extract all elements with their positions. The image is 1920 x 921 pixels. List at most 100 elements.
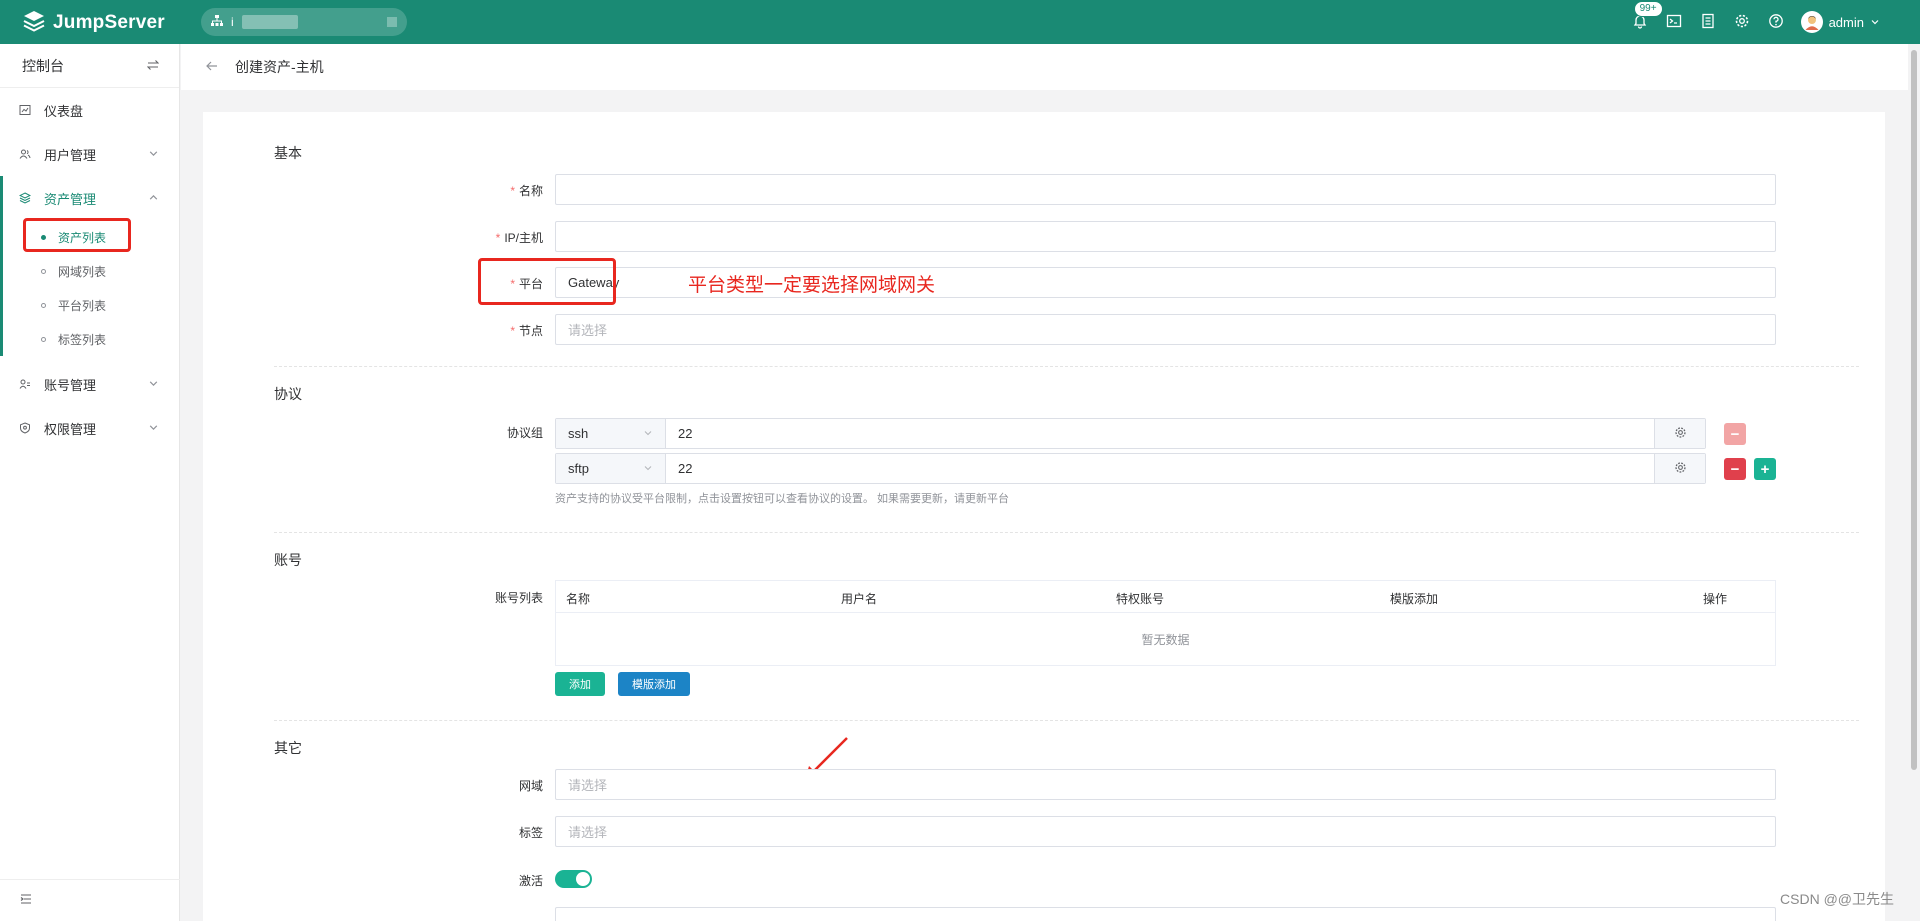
sidebar-subitem-domain-list[interactable]: 网域列表 — [3, 254, 179, 288]
watermark: CSDN @@卫先生 — [1780, 891, 1894, 907]
section-other-title: 其它 — [274, 740, 302, 756]
logo[interactable]: JumpServer — [22, 9, 165, 36]
scrollbar-thumb[interactable] — [1911, 50, 1917, 770]
top-bar: JumpServer i 99+ admin — [0, 0, 1920, 44]
sidebar-item-assets[interactable]: 资产管理 — [3, 176, 179, 220]
sidebar-header: 控制台 — [0, 44, 179, 88]
bullet-icon — [41, 302, 46, 308]
protocol-settings-button[interactable] — [1654, 419, 1705, 448]
node-label-text: 节点 — [518, 324, 543, 338]
sidebar-title: 控制台 — [22, 57, 64, 74]
protocol-name: sftp — [568, 461, 589, 476]
protocol-settings-button[interactable] — [1654, 454, 1705, 483]
column-header: 模版添加 — [1390, 592, 1439, 606]
chevron-down-icon — [148, 421, 159, 436]
node-label: * 节点 — [510, 324, 543, 338]
domain-placeholder: 请选择 — [568, 778, 608, 793]
ip-input[interactable] — [555, 221, 1776, 252]
protocol-port-input[interactable]: 22 — [666, 419, 1654, 448]
help-icon — [1768, 13, 1784, 32]
domain-select[interactable]: 请选择 — [555, 769, 1776, 800]
table-empty: 暂无数据 — [1141, 633, 1190, 647]
chevron-up-icon — [148, 191, 159, 206]
ip-label: * IP/主机 — [495, 231, 543, 245]
minus-icon: − — [1730, 425, 1740, 443]
template-add-button[interactable]: 模版添加 — [618, 672, 690, 696]
document-icon — [1700, 13, 1716, 32]
plus-icon: + — [1760, 460, 1770, 478]
minus-icon: − — [1730, 460, 1740, 478]
user-menu[interactable]: admin — [1800, 11, 1880, 33]
add-account-button[interactable]: 添加 — [555, 672, 605, 696]
sidebar-subitem-label: 标签列表 — [58, 332, 107, 347]
sidebar-subitem-label-list[interactable]: 标签列表 — [3, 322, 179, 356]
divider — [274, 720, 1859, 721]
notifications-button[interactable]: 99+ — [1623, 0, 1663, 44]
labels-select[interactable]: 请选择 — [555, 816, 1776, 847]
divider — [274, 366, 1859, 367]
page-header: 创建资产-主机 — [181, 44, 1908, 90]
protocol-port-input[interactable]: 22 — [666, 454, 1654, 483]
sidebar-item-label: 资产管理 — [44, 191, 97, 207]
node-select[interactable]: 请选择 — [555, 314, 1776, 345]
sidebar-subitem-platform-list[interactable]: 平台列表 — [3, 288, 179, 322]
bullet-icon — [41, 336, 46, 342]
node-placeholder: 请选择 — [568, 323, 608, 338]
chevron-down-icon — [148, 377, 159, 392]
back-arrow-icon[interactable] — [205, 59, 219, 76]
page-scrollbar[interactable] — [1908, 44, 1920, 921]
chevron-down-icon — [643, 426, 653, 441]
asset-form-card: 基本 * 名称 * IP/主机 * 平台 Gateway * 节点 请选择 协议 协议组… — [203, 112, 1885, 921]
gear-icon — [1734, 13, 1750, 32]
labels-placeholder: 请选择 — [568, 825, 608, 840]
org-select[interactable]: i — [201, 8, 407, 36]
add-protocol-button[interactable]: + — [1754, 458, 1776, 480]
protocol-select[interactable]: ssh — [556, 419, 666, 448]
protocol-port: 22 — [678, 461, 693, 476]
table-header: 名称 用户名 特权账号 模版添加 操作 — [556, 581, 1775, 613]
sidebar-subitem-label: 网域列表 — [58, 264, 107, 279]
sidebar-item-users[interactable]: 用户管理 — [0, 132, 179, 176]
account-list-label: 账号列表 — [494, 591, 543, 605]
docs-button[interactable] — [1691, 0, 1725, 44]
name-label: * 名称 — [510, 184, 543, 198]
column-header: 用户名 — [841, 592, 878, 606]
divider — [274, 532, 1859, 533]
active-switch[interactable] — [555, 870, 592, 888]
sidebar-item-accounts[interactable]: 账号管理 — [0, 362, 179, 406]
protocol-select[interactable]: sftp — [556, 454, 666, 483]
settings-button[interactable] — [1725, 0, 1759, 44]
org-select-value: i — [231, 15, 234, 29]
sidebar-item-dashboard[interactable]: 仪表盘 — [0, 88, 179, 132]
name-input[interactable] — [555, 174, 1776, 205]
highlight-box-platform — [478, 258, 616, 305]
active-label: 激活 — [518, 874, 543, 888]
protocol-group-label: 协议组 — [506, 426, 543, 440]
sidebar-item-permissions[interactable]: 权限管理 — [0, 406, 179, 450]
collapse-icon — [20, 893, 32, 908]
protocol-row: ssh 22 — [555, 418, 1706, 449]
switch-view-icon[interactable] — [146, 58, 160, 74]
jumpserver-logo-icon — [22, 9, 46, 36]
switch-knob — [576, 872, 590, 886]
sidebar-subitem-label: 平台列表 — [58, 298, 107, 313]
accounts-table: 名称 用户名 特权账号 模版添加 操作 暂无数据 — [555, 580, 1776, 666]
highlight-box-asset-list — [23, 218, 131, 252]
annotation-text: 平台类型一定要选择网域网关 — [688, 275, 936, 296]
gear-icon — [1674, 461, 1687, 477]
collapse-sidebar-button[interactable] — [0, 879, 180, 921]
comment-input[interactable] — [555, 907, 1776, 921]
protocol-help-text: 资产支持的协议受平台限制，点击设置按钮可以查看协议的设置。 如果需要更新，请更新… — [555, 493, 1010, 505]
help-button[interactable] — [1759, 0, 1793, 44]
sidebar-item-label: 用户管理 — [44, 147, 97, 163]
terminal-button[interactable] — [1657, 0, 1691, 44]
sidebar-item-label: 账号管理 — [44, 377, 97, 393]
sidebar-item-label: 权限管理 — [44, 421, 97, 437]
remove-protocol-button[interactable]: − — [1724, 423, 1746, 445]
remove-protocol-button[interactable]: − — [1724, 458, 1746, 480]
assets-icon — [18, 192, 32, 204]
shield-icon — [18, 422, 32, 434]
chevron-down-icon — [148, 147, 159, 162]
protocol-name: ssh — [568, 426, 589, 441]
sidebar-item-label: 仪表盘 — [44, 103, 84, 119]
